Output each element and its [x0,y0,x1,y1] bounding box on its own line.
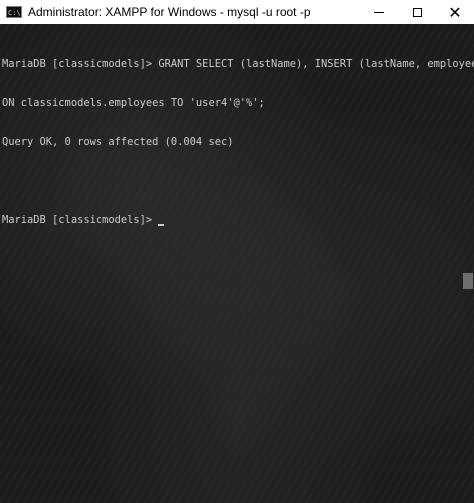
close-button[interactable]: ✕ [436,0,474,24]
vertical-scrollbar[interactable] [462,24,474,503]
console-line: ON classicmodels.employees TO 'user4'@'%… [2,97,265,109]
console-app-icon[interactable]: C:\ [6,6,22,18]
scrollbar-thumb[interactable] [463,273,473,289]
window-title: Administrator: XAMPP for Windows - mysql… [28,5,311,19]
window-controls: ✕ [360,0,474,24]
console-line: MariaDB [classicmodels]> GRANT SELECT (l… [2,58,474,70]
console-prompt-line[interactable]: MariaDB [classicmodels]> [2,214,458,227]
terminal-window: C:\ Administrator: XAMPP for Windows - m… [0,0,474,503]
maximize-icon [412,7,422,17]
maximize-button[interactable] [398,0,436,24]
title-bar[interactable]: C:\ Administrator: XAMPP for Windows - m… [0,0,474,24]
minimize-button[interactable] [360,0,398,24]
console-line: Query OK, 0 rows affected (0.004 sec) [2,136,234,148]
console-output-area[interactable]: MariaDB [classicmodels]> GRANT SELECT (l… [0,24,474,503]
console-text: MariaDB [classicmodels]> GRANT SELECT (l… [2,32,474,253]
close-icon: ✕ [448,2,462,22]
console-prompt: MariaDB [classicmodels]> [2,214,153,226]
text-cursor [158,224,165,226]
minimize-icon [374,11,384,13]
